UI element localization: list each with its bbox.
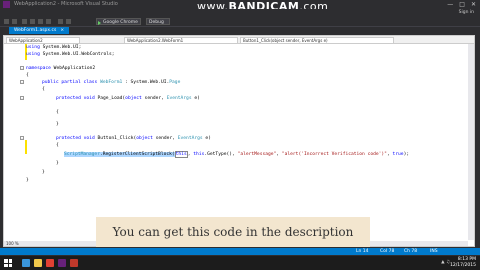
file-explorer-icon[interactable]	[34, 259, 42, 267]
save-icon[interactable]	[38, 19, 43, 24]
run-button[interactable]: Google Chrome	[96, 18, 141, 25]
new-project-icon[interactable]	[22, 19, 27, 24]
taskbar: ▲ ♫ 8:13 PM 12/17/2015	[0, 256, 480, 270]
minimize-icon[interactable]: —	[447, 1, 453, 8]
status-column: Col 78	[380, 249, 395, 254]
code-line: ScriptManager.RegisterClientScriptBlock(…	[64, 151, 410, 158]
code-line: using System.Web.UI.WebControls;	[26, 52, 115, 57]
project-dropdown[interactable]: WebApplication2	[6, 36, 80, 44]
video-caption: You can get this code in the description	[96, 217, 370, 247]
forward-icon[interactable]	[12, 19, 17, 24]
tab-webform1-aspx-cs[interactable]: WebForm1.aspx.cs ×	[9, 27, 70, 34]
sign-in-link[interactable]: Sign in	[459, 10, 474, 15]
status-char: Ch 78	[404, 249, 418, 254]
configuration-dropdown[interactable]: Debug	[146, 18, 170, 25]
toolbar: Google Chrome Debug	[0, 17, 480, 27]
member-dropdown[interactable]: Button1_Click(object sender, EventArgs e…	[240, 36, 394, 44]
visual-studio-icon[interactable]	[58, 259, 66, 267]
code-line: public partial class WebForm1 : System.W…	[42, 80, 181, 85]
code-line: {	[56, 110, 59, 115]
tab-bar: WebForm1.aspx.cs ×	[3, 27, 477, 34]
title-bar: WebApplication2 - Microsoft Visual Studi…	[0, 0, 480, 13]
collapse-icon[interactable]: -	[20, 136, 24, 140]
code-editor[interactable]: WebApplication2 WebApplication2.WebForm1…	[3, 35, 475, 247]
code-line: }	[26, 178, 29, 183]
code-line: {	[56, 143, 59, 148]
code-line: protected void Page_Load(object sender, …	[56, 96, 200, 101]
collapse-icon[interactable]: -	[20, 66, 24, 70]
save-all-icon[interactable]	[46, 19, 51, 24]
collapse-icon[interactable]: -	[20, 96, 24, 100]
code-line: {	[26, 73, 29, 78]
code-line: }	[56, 161, 59, 166]
open-icon[interactable]	[30, 19, 35, 24]
status-bar: Ln 14 Col 78 Ch 78 INS	[0, 248, 480, 255]
visual-studio-logo-icon	[3, 1, 10, 8]
windows-start-icon[interactable]	[4, 259, 12, 267]
clock[interactable]: 8:13 PM 12/17/2015	[450, 257, 476, 269]
undo-icon[interactable]	[58, 19, 63, 24]
maximize-icon[interactable]: □	[459, 1, 465, 8]
chrome-icon[interactable]	[46, 259, 54, 267]
close-tab-icon[interactable]: ×	[60, 28, 64, 33]
vertical-scrollbar[interactable]	[468, 44, 474, 240]
code-line: using System.Web.UI;	[26, 45, 82, 50]
back-icon[interactable]	[4, 19, 9, 24]
navigation-bar: WebApplication2 WebApplication2.WebForm1…	[4, 36, 474, 44]
window-title: WebApplication2 - Microsoft Visual Studi…	[14, 1, 118, 7]
collapse-icon[interactable]: -	[20, 80, 24, 84]
code-line: namespace WebApplication2	[26, 66, 96, 71]
code-line: {	[42, 87, 45, 92]
code-line: }	[56, 122, 59, 127]
status-insert-mode: INS	[430, 249, 438, 254]
close-icon[interactable]: ✕	[471, 1, 476, 8]
redo-icon[interactable]	[66, 19, 71, 24]
code-line: protected void Button1_Click(object send…	[56, 136, 211, 141]
internet-explorer-icon[interactable]	[22, 259, 30, 267]
system-tray-icon[interactable]: ▲ ♫	[441, 260, 450, 265]
class-dropdown[interactable]: WebApplication2.WebForm1	[124, 36, 238, 44]
menu-bar: FILEEDITVIEWPROJECTBUILDDEBUGTEAMTOOLSTE…	[0, 9, 480, 26]
bandicam-icon[interactable]	[70, 259, 78, 267]
code-line: }	[42, 170, 45, 175]
window-controls: — □ ✕	[441, 1, 476, 8]
zoom-level[interactable]: 100 %	[6, 241, 19, 246]
status-line: Ln 14	[356, 249, 369, 254]
code-text[interactable]: using System.Web.UI; using System.Web.UI…	[4, 44, 474, 240]
